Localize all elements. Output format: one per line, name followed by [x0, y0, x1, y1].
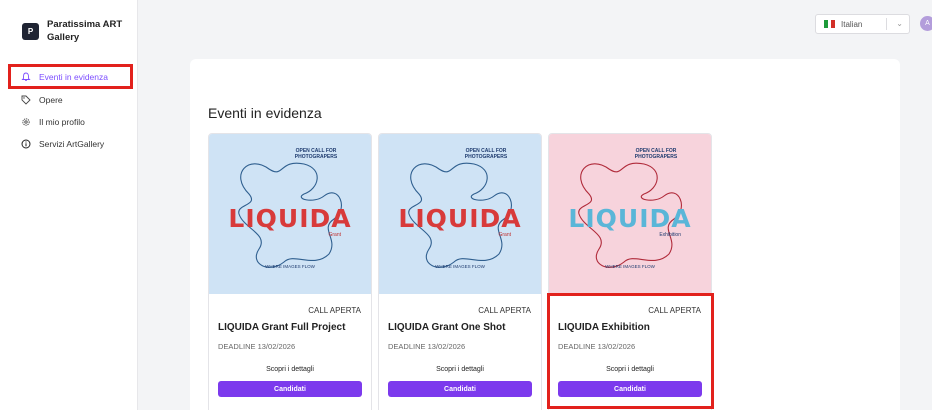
brand-logo: P — [22, 23, 39, 40]
sidebar-item-servizi-artgallery[interactable]: Servizi ArtGallery — [8, 133, 133, 155]
poster-open-call: OPEN CALL FOR PHOTOGRAPERS — [294, 148, 338, 160]
sidebar: P Paratissima ART Gallery Eventi in evid… — [0, 0, 138, 410]
sidebar-item-label: Opere — [39, 95, 63, 105]
poster-subtitle: Exhibition — [659, 232, 681, 238]
status-badge: CALL APERTA — [308, 306, 361, 315]
status-badge: CALL APERTA — [478, 306, 531, 315]
card-title: LIQUIDA Exhibition — [558, 322, 650, 333]
card-body: CALL APERTA LIQUIDA Grant Full Project D… — [209, 294, 371, 410]
poster-open-call: OPEN CALL FOR PHOTOGRAPERS — [464, 148, 508, 160]
card-body: CALL APERTA LIQUIDA Exhibition DEADLINE … — [549, 294, 711, 410]
event-poster-image[interactable]: OPEN CALL FOR PHOTOGRAPERS LIQUIDA Grant… — [209, 134, 371, 294]
event-card[interactable]: OPEN CALL FOR PHOTOGRAPERS LIQUIDA Grant… — [208, 133, 372, 410]
event-poster-image[interactable]: OPEN CALL FOR PHOTOGRAPERS LIQUIDA Grant… — [379, 134, 541, 294]
gear-icon — [21, 117, 31, 127]
page-title: Eventi in evidenza — [208, 105, 322, 121]
poster-title: LIQUIDA — [398, 204, 522, 233]
main-panel: Eventi in evidenza OPEN CALL FOR PHOTOGR… — [190, 59, 900, 410]
apply-button[interactable]: Candidati — [558, 381, 702, 397]
chevron-down-icon[interactable]: ⌄ — [896, 19, 903, 28]
info-icon — [21, 139, 31, 149]
event-card[interactable]: OPEN CALL FOR PHOTOGRAPERS LIQUIDA Grant… — [378, 133, 542, 410]
status-badge: CALL APERTA — [648, 306, 701, 315]
poster-open-call: OPEN CALL FOR PHOTOGRAPERS — [634, 148, 678, 160]
tag-icon — [21, 95, 31, 105]
sidebar-nav: Eventi in evidenza Opere Il mio profilo … — [8, 64, 133, 155]
poster-footer: WHERE IMAGES FLOW — [265, 264, 315, 269]
bell-icon — [21, 72, 31, 82]
apply-button[interactable]: Candidati — [218, 381, 362, 397]
sidebar-item-il-mio-profilo[interactable]: Il mio profilo — [8, 111, 133, 133]
sidebar-item-opere[interactable]: Opere — [8, 89, 133, 111]
brand[interactable]: P Paratissima ART Gallery — [22, 18, 137, 44]
card-body: CALL APERTA LIQUIDA Grant One Shot DEADL… — [379, 294, 541, 410]
poster-title: LIQUIDA — [228, 204, 352, 233]
poster-footer: WHERE IMAGES FLOW — [435, 264, 485, 269]
card-title: LIQUIDA Grant Full Project — [218, 322, 346, 333]
event-poster-image[interactable]: OPEN CALL FOR PHOTOGRAPERS LIQUIDA Exhib… — [549, 134, 711, 294]
topbar — [139, 0, 932, 42]
card-deadline: DEADLINE 13/02/2026 — [218, 342, 296, 351]
sidebar-item-eventi-in-evidenza[interactable]: Eventi in evidenza — [8, 64, 133, 89]
italy-flag-icon — [824, 20, 836, 28]
sidebar-item-label: Eventi in evidenza — [39, 71, 108, 82]
card-title: LIQUIDA Grant One Shot — [388, 322, 506, 333]
poster-subtitle: Grant — [498, 232, 511, 238]
sidebar-item-label: Servizi ArtGallery — [39, 139, 105, 149]
poster-title: LIQUIDA — [568, 204, 692, 233]
poster-footer: WHERE IMAGES FLOW — [605, 264, 655, 269]
avatar[interactable]: A — [920, 16, 932, 31]
card-deadline: DEADLINE 13/02/2026 — [388, 342, 466, 351]
details-link[interactable]: Scopri i dettagli — [209, 366, 371, 373]
brand-name: Paratissima ART Gallery — [47, 19, 123, 43]
language-select[interactable]: Italian ⌄ — [815, 14, 910, 34]
card-deadline: DEADLINE 13/02/2026 — [558, 342, 636, 351]
event-card[interactable]: OPEN CALL FOR PHOTOGRAPERS LIQUIDA Exhib… — [548, 133, 712, 410]
details-link[interactable]: Scopri i dettagli — [379, 366, 541, 373]
details-link[interactable]: Scopri i dettagli — [549, 366, 711, 373]
sidebar-item-label: Il mio profilo — [39, 117, 85, 127]
apply-button[interactable]: Candidati — [388, 381, 532, 397]
poster-subtitle: Grant — [328, 232, 341, 238]
language-value: Italian — [841, 19, 863, 29]
divider — [886, 18, 887, 30]
